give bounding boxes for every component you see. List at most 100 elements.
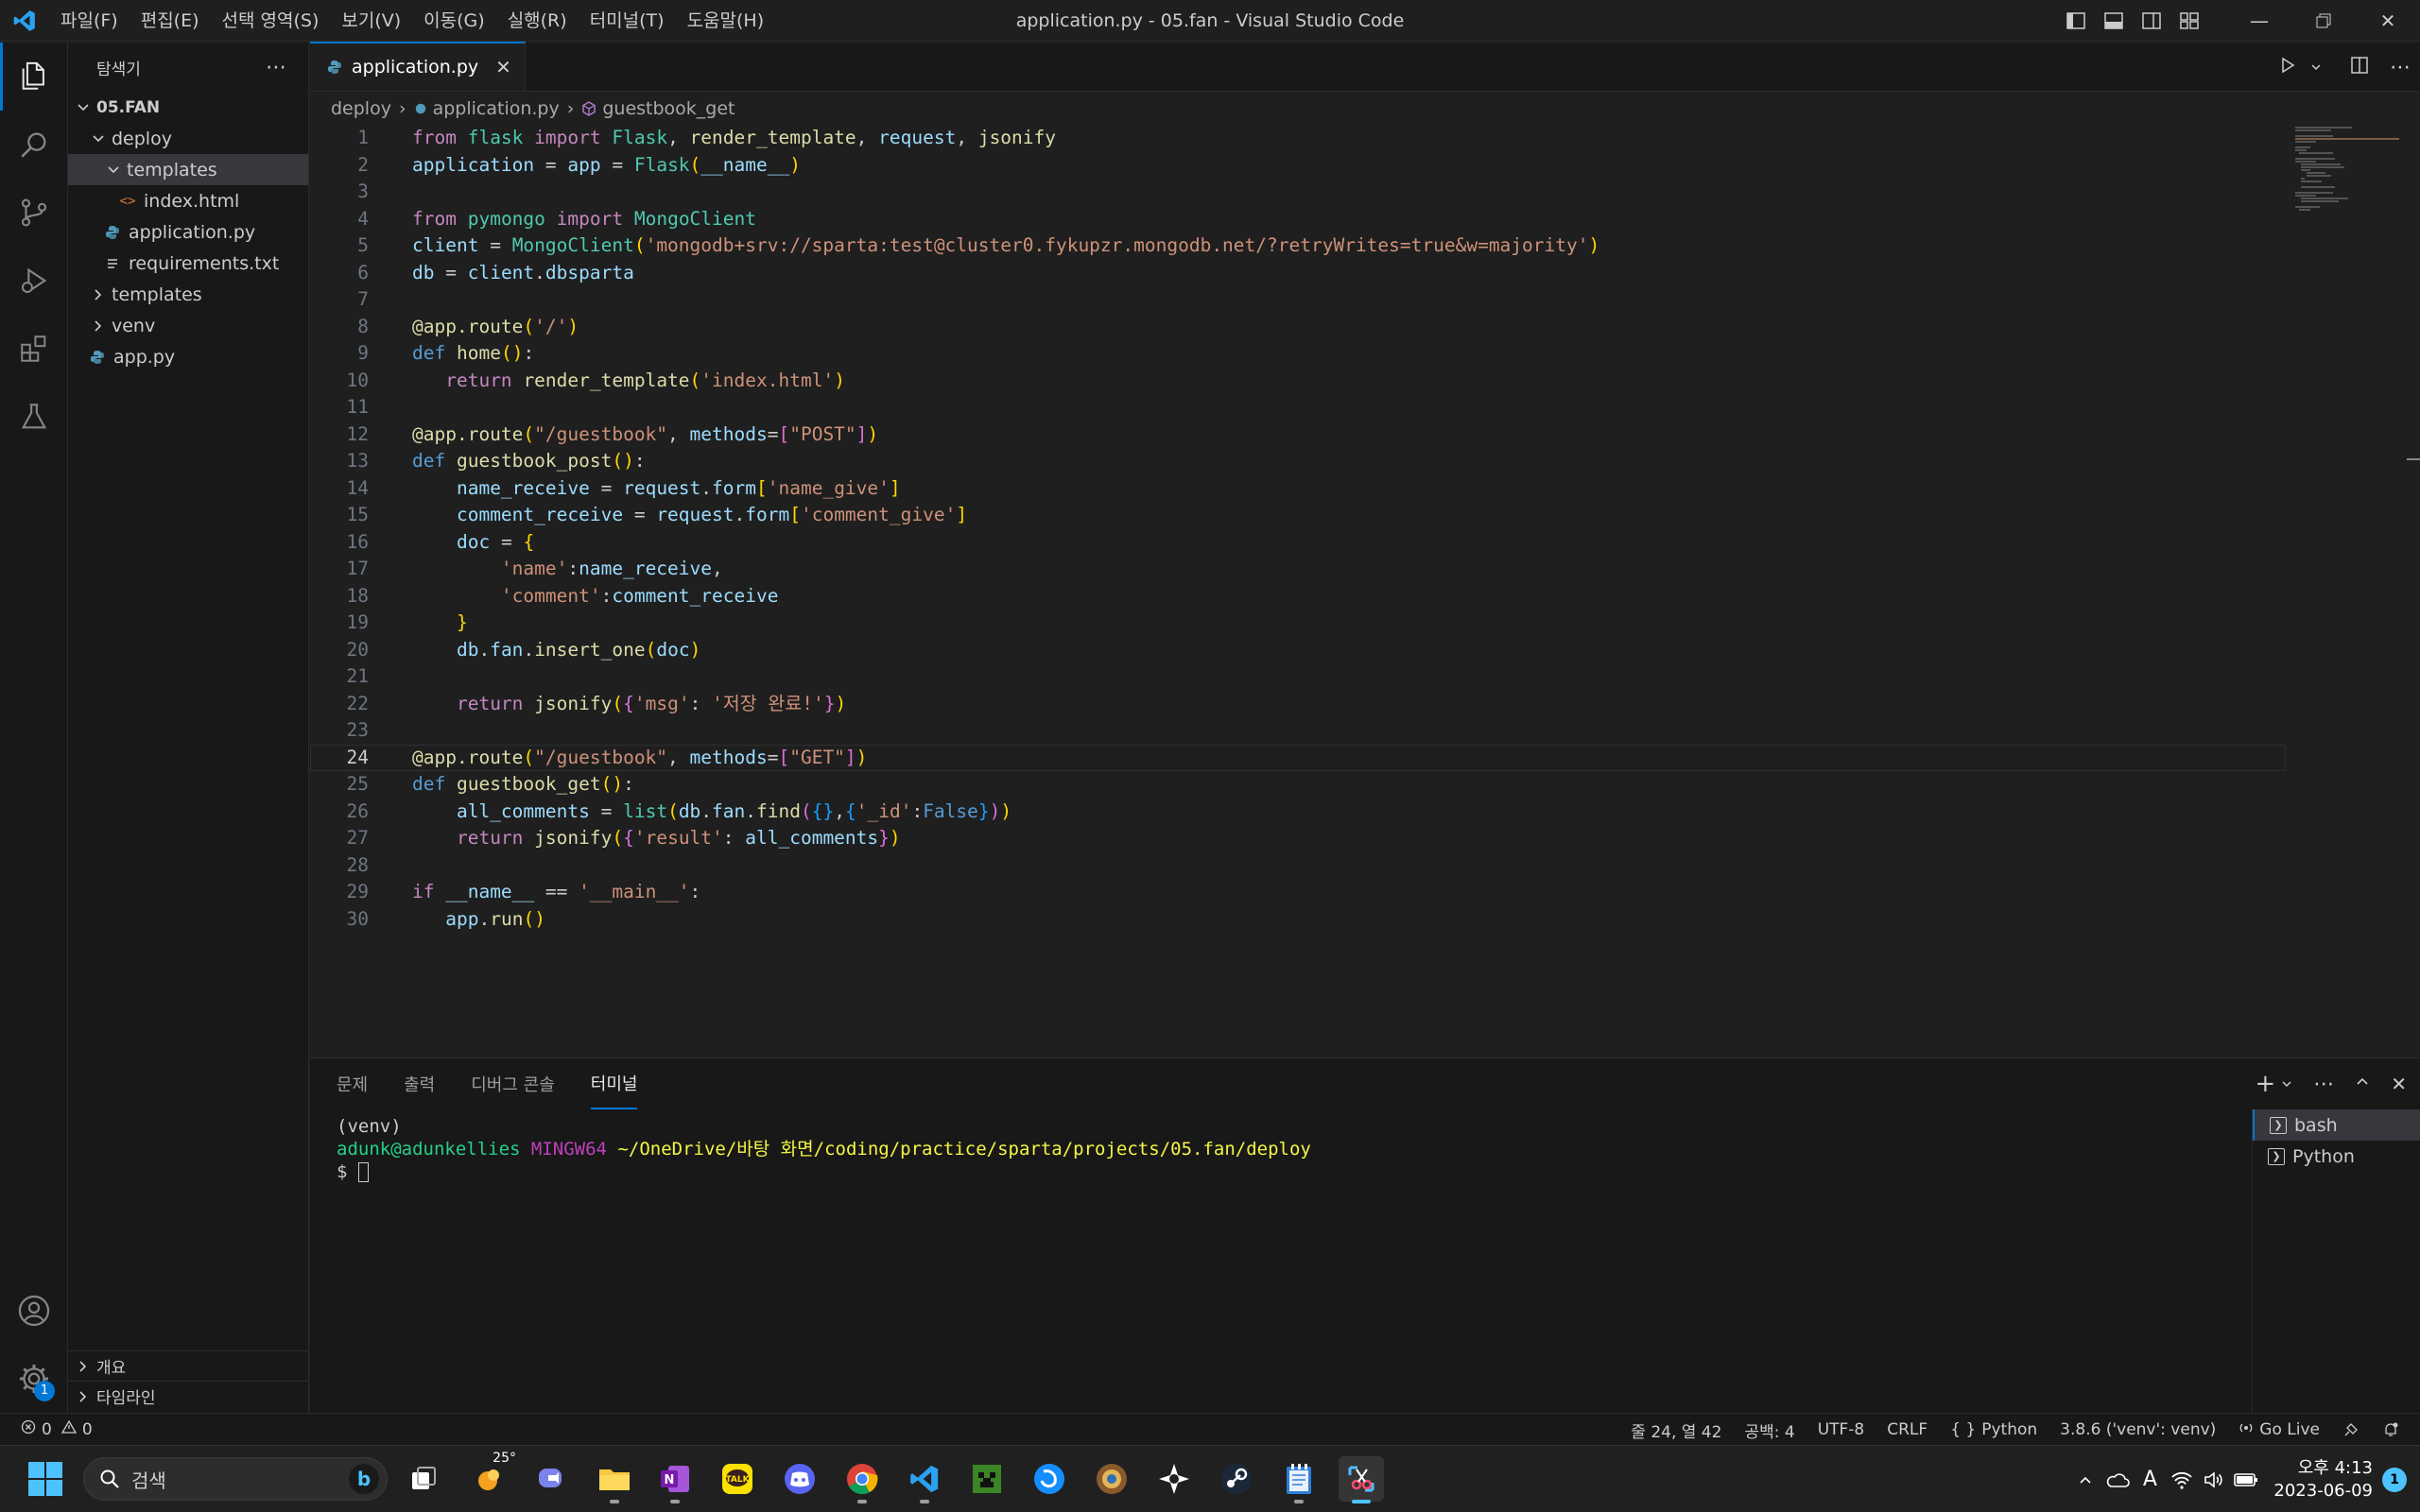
explorer-icon[interactable] <box>0 43 68 111</box>
tree-item-deploy[interactable]: deploy <box>68 123 308 154</box>
close-window-icon[interactable]: ✕ <box>2356 0 2420 42</box>
more-actions-icon[interactable]: ⋯ <box>266 56 287 79</box>
steam-icon[interactable] <box>1214 1456 1259 1502</box>
notification-center-badge[interactable]: 1 <box>2382 1467 2407 1492</box>
breadcrumb-symbol[interactable]: guestbook_get <box>602 98 735 119</box>
restore-icon[interactable] <box>2291 0 2356 42</box>
indentation[interactable]: 공백: 4 <box>1733 1418 1806 1442</box>
settings-gear-icon[interactable]: 1 <box>0 1345 68 1413</box>
menu-go[interactable]: 이동(G) <box>412 0 496 42</box>
chevron-down-icon[interactable] <box>2281 1075 2292 1093</box>
tree-item-requirements-txt[interactable]: requirements.txt <box>68 248 308 279</box>
clock-time: 오후 4:13 <box>2297 1457 2373 1478</box>
tab-problems[interactable]: 문제 <box>337 1058 368 1109</box>
wifi-icon[interactable] <box>2166 1464 2198 1496</box>
onedrive-cloud-icon[interactable] <box>2101 1464 2134 1496</box>
battle-net-icon[interactable] <box>1027 1456 1072 1502</box>
vscode-taskbar-icon[interactable] <box>902 1456 947 1503</box>
menu-terminal[interactable]: 터미널(T) <box>579 0 676 42</box>
breadcrumb-file[interactable]: application.py <box>433 98 560 119</box>
input-method-icon[interactable]: A <box>2134 1464 2166 1496</box>
toggle-panel-icon[interactable] <box>2095 0 2133 42</box>
new-terminal-plus-icon[interactable]: + <box>2255 1070 2275 1098</box>
svg-text:N: N <box>665 1473 675 1487</box>
notepad-icon[interactable] <box>1276 1456 1322 1503</box>
toggle-secondary-sidebar-icon[interactable] <box>2133 0 2170 42</box>
extensions-icon[interactable] <box>0 315 68 383</box>
editor-more-actions-icon[interactable]: ⋯ <box>2390 56 2411 79</box>
terminal-output[interactable]: (venv) adunk@adunkellies MINGW64 ~/OneDr… <box>337 1115 1311 1183</box>
workspace-root[interactable]: 05.FAN <box>68 92 308 123</box>
line-ending[interactable]: CRLF <box>1876 1420 1939 1439</box>
system-clock[interactable]: 오후 4:13 2023-06-09 <box>2262 1457 2382 1503</box>
menu-run[interactable]: 실행(R) <box>496 0 579 42</box>
hearthstone-icon[interactable] <box>1089 1456 1134 1502</box>
terminal-item-bash[interactable]: ❯ bash <box>2253 1109 2420 1141</box>
toggle-primary-sidebar-icon[interactable] <box>2057 0 2095 42</box>
code-text: comment_receive = request.form['comment_… <box>456 504 968 525</box>
menu-view[interactable]: 보기(V) <box>330 0 412 42</box>
go-live-button[interactable]: Go Live <box>2227 1420 2331 1440</box>
source-control-icon[interactable] <box>0 179 68 247</box>
panel-more-actions-icon[interactable]: ⋯ <box>2313 1073 2334 1096</box>
tab-debug-console[interactable]: 디버그 콘솔 <box>471 1058 555 1109</box>
code-text: return jsonify({'msg': '저장 완료!'}) <box>456 692 847 714</box>
start-windows-icon[interactable] <box>26 1460 64 1498</box>
show-hidden-icons-chevron-up-icon[interactable] <box>2069 1464 2101 1496</box>
tab-terminal[interactable]: 터미널 <box>590 1058 638 1109</box>
problems-status[interactable]: 0 0 <box>0 1419 93 1439</box>
minimize-icon[interactable]: — <box>2227 0 2291 42</box>
chevron-down-icon[interactable] <box>2310 59 2322 77</box>
tree-item-venv[interactable]: venv <box>68 310 308 341</box>
outline-section[interactable]: 개요 <box>68 1350 309 1381</box>
maximize-panel-chevron-up-icon[interactable] <box>2355 1074 2370 1093</box>
kakaotalk-icon[interactable]: TALK <box>715 1456 760 1502</box>
minecraft-icon[interactable] <box>964 1456 1010 1502</box>
onenote-icon[interactable]: N <box>652 1456 698 1503</box>
code-editor[interactable]: 1 from flask import Flask, render_templat… <box>310 125 2286 933</box>
tree-item-index-html[interactable]: <> index.html <box>68 185 308 216</box>
python-interpreter[interactable]: 3.8.6 ('venv': venv) <box>2048 1420 2227 1439</box>
tree-item-templates[interactable]: templates <box>68 154 308 185</box>
breadcrumb-folder[interactable]: deploy <box>331 98 391 119</box>
tab-application-py[interactable]: application.py ✕ <box>310 42 526 91</box>
tree-item-app-py[interactable]: app.py <box>68 341 308 372</box>
game-launcher-icon[interactable] <box>1151 1456 1197 1502</box>
tab-output[interactable]: 출력 <box>404 1058 435 1109</box>
minimap[interactable] <box>2293 125 2407 219</box>
account-icon[interactable] <box>0 1277 68 1345</box>
teams-chat-icon[interactable] <box>529 1456 575 1502</box>
cursor-position[interactable]: 줄 24, 열 42 <box>1619 1418 1733 1442</box>
tree-item-templates[interactable]: templates <box>68 279 308 310</box>
file-explorer-icon[interactable] <box>592 1456 637 1503</box>
line-number: 13 <box>346 450 369 472</box>
menu-file[interactable]: 파일(F) <box>49 0 130 42</box>
terminal-item-python[interactable]: ❯ Python <box>2253 1141 2420 1172</box>
menu-help[interactable]: 도움말(H) <box>676 0 776 42</box>
taskbar-search-box[interactable]: 검색 b <box>83 1457 388 1501</box>
run-python-file-icon[interactable] <box>2278 56 2297 78</box>
discord-icon[interactable] <box>777 1456 822 1502</box>
encoding[interactable]: UTF-8 <box>1806 1420 1876 1439</box>
language-mode[interactable]: { } Python <box>1939 1420 2048 1439</box>
run-debug-icon[interactable] <box>0 247 68 315</box>
code-text: all_comments = list(db.fan.find({},{'_id… <box>456 799 1012 822</box>
tree-item-application-py[interactable]: application.py <box>68 216 308 248</box>
snipping-tool-icon[interactable] <box>1339 1456 1384 1503</box>
menu-edit[interactable]: 편집(E) <box>130 0 211 42</box>
notifications-bell-icon[interactable] <box>2371 1421 2411 1438</box>
split-editor-icon[interactable] <box>2350 56 2369 78</box>
close-panel-icon[interactable]: ✕ <box>2391 1073 2407 1095</box>
battery-icon[interactable] <box>2230 1464 2262 1496</box>
testing-flask-icon[interactable] <box>0 383 68 451</box>
task-view-icon[interactable] <box>401 1456 446 1502</box>
weather-widget-icon[interactable]: 25° <box>467 1451 516 1502</box>
feedback-icon[interactable] <box>2331 1421 2371 1438</box>
customize-layout-icon[interactable] <box>2170 0 2208 42</box>
close-tab-icon[interactable]: ✕ <box>495 56 511 78</box>
volume-icon[interactable] <box>2198 1464 2230 1496</box>
menu-selection[interactable]: 선택 영역(S) <box>211 0 331 42</box>
search-icon[interactable] <box>0 111 68 179</box>
timeline-section[interactable]: 타임라인 <box>68 1381 309 1411</box>
chrome-icon[interactable] <box>839 1456 885 1503</box>
